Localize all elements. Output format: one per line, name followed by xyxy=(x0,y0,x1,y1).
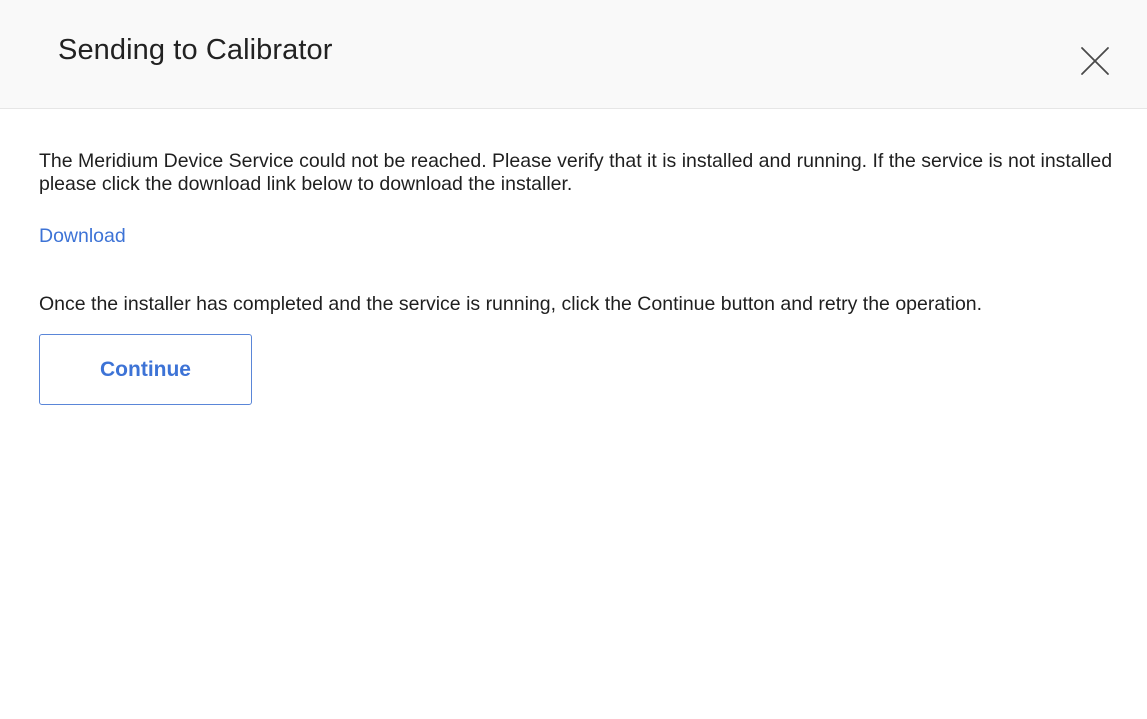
dialog-title: Sending to Calibrator xyxy=(58,34,333,66)
close-icon xyxy=(1078,44,1112,78)
close-button[interactable] xyxy=(1078,44,1112,78)
dialog-body: The Meridium Device Service could not be… xyxy=(39,150,1119,405)
download-link[interactable]: Download xyxy=(39,225,126,248)
sending-dialog: Sending to Calibrator The Meridium Devic… xyxy=(0,0,1147,719)
continue-button[interactable]: Continue xyxy=(39,334,252,405)
service-unreachable-message: The Meridium Device Service could not be… xyxy=(39,150,1113,195)
continue-instructions: Once the installer has completed and the… xyxy=(39,293,983,315)
dialog-header: Sending to Calibrator xyxy=(0,0,1147,109)
